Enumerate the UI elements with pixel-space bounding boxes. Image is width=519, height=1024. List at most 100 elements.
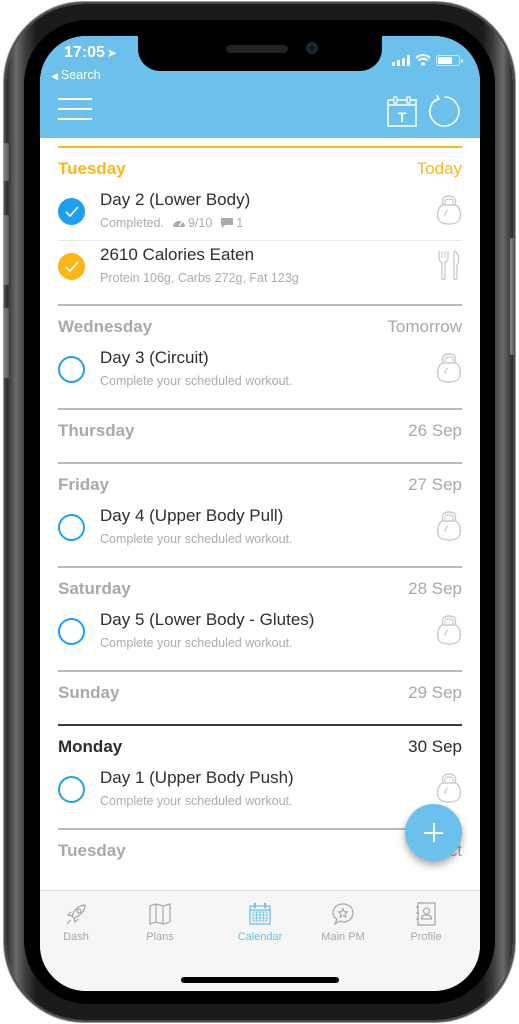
tab-label: Dash [63, 931, 89, 943]
tab-dash[interactable]: Dash [40, 901, 116, 943]
power-button [510, 238, 515, 355]
entry-subtitle: Complete your scheduled workout. [100, 634, 314, 652]
entry-subtitle: Complete your scheduled workout. [100, 530, 292, 548]
workout-entry[interactable]: Day 4 (Upper Body Pull) Complete your sc… [58, 502, 462, 556]
day-section: Saturday 28 Sep Day 5 (Lower Body - Glut… [58, 566, 462, 670]
completed-checkbox[interactable] [58, 253, 85, 280]
entry-subtitle-text: Protein 106g, Carbs 272g, Fat 123g [100, 271, 299, 285]
entry-subtitle-text: Completed. [100, 216, 164, 230]
volume-up-button [4, 215, 9, 285]
completed-checkbox[interactable] [58, 198, 85, 225]
day-name: Sunday [58, 683, 120, 702]
workout-entry[interactable]: Day 3 (Circuit) Complete your scheduled … [58, 344, 462, 398]
day-name: Tuesday [58, 841, 126, 860]
kettlebell-icon [436, 511, 462, 541]
tab-label: Profile [410, 931, 442, 943]
refresh-icon[interactable] [428, 95, 461, 128]
day-section: Tuesday 1 Oct [58, 828, 462, 882]
phone-screen: 17:05 ➤ ◀ Search T Tuesday Today Day 2 (… [40, 36, 480, 991]
day-section: Monday 30 Sep Day 1 (Upper Body Push) Co… [58, 724, 462, 828]
entry-subtitle-text: Complete your scheduled workout. [100, 374, 293, 388]
today-icon-letter: T [398, 109, 407, 125]
add-button[interactable] [405, 804, 462, 861]
nutrition-entry[interactable]: 2610 Calories Eaten Protein 106g, Carbs … [58, 240, 462, 294]
checkmark-icon [65, 206, 79, 218]
entry-title: Day 3 (Circuit) [100, 348, 209, 367]
back-to-search-link[interactable]: ◀ Search [51, 68, 101, 82]
tab-profile[interactable]: Profile [386, 901, 466, 943]
day-header: Friday 27 Sep [58, 464, 462, 502]
day-section: Wednesday Tomorrow Day 3 (Circuit) Compl… [58, 304, 462, 408]
contact-book-icon [416, 902, 436, 926]
complete-checkbox[interactable] [58, 356, 85, 383]
day-name: Thursday [58, 421, 135, 440]
tab-label: Plans [146, 931, 174, 943]
day-name: Saturday [58, 579, 131, 598]
workout-entry[interactable]: Day 5 (Lower Body - Glutes) Complete you… [58, 606, 462, 660]
complete-checkbox[interactable] [58, 776, 85, 803]
day-section: Thursday 26 Sep [58, 408, 462, 462]
day-header: Sunday 29 Sep [58, 672, 462, 710]
today-calendar-icon[interactable]: T [387, 96, 417, 127]
silent-switch [4, 143, 9, 181]
workout-entry[interactable]: Day 2 (Lower Body) Completed. 9/10 1 [58, 186, 462, 240]
back-triangle-icon: ◀ [51, 71, 58, 81]
kettlebell-icon [436, 773, 462, 803]
tab-label: Calendar [237, 931, 283, 943]
home-indicator[interactable] [181, 977, 339, 983]
entry-subtitle: Protein 106g, Carbs 272g, Fat 123g [100, 269, 299, 287]
tab-bar: Dash Plans Calendar Main PM Profile [40, 890, 480, 991]
comment-count: 1 [236, 216, 244, 230]
kettlebell-icon [436, 615, 462, 645]
complete-checkbox[interactable] [58, 618, 85, 645]
entry-subtitle: Complete your scheduled workout. [100, 372, 292, 390]
day-header: Tuesday 1 Oct [58, 830, 462, 868]
complete-checkbox[interactable] [58, 514, 85, 541]
entry-subtitle-text: Complete your scheduled workout. [100, 794, 293, 808]
day-name: Friday [58, 475, 110, 494]
comment-icon [221, 218, 234, 228]
entry-text: 2610 Calories Eaten Protein 106g, Carbs … [100, 244, 299, 287]
day-date: 26 Sep [408, 421, 462, 440]
calendar-list[interactable]: Tuesday Today Day 2 (Lower Body) Complet… [40, 138, 480, 890]
map-icon [149, 903, 171, 925]
rocket-icon [66, 904, 86, 925]
entry-text: Day 2 (Lower Body) Completed. 9/10 1 [100, 189, 250, 232]
entry-subtitle: Complete your scheduled workout. [100, 792, 294, 810]
cellular-signal-icon [392, 54, 410, 66]
volume-down-button [4, 308, 9, 378]
entry-text: Day 5 (Lower Body - Glutes) Complete you… [100, 609, 314, 652]
entry-subtitle: Completed. 9/10 1 [100, 214, 250, 232]
tab-calendar[interactable]: Calendar [220, 901, 300, 943]
day-date: Today [416, 159, 462, 178]
battery-icon [436, 54, 463, 66]
rating: 9/10 [172, 214, 212, 232]
hamburger-menu-icon[interactable] [58, 98, 92, 122]
day-name: Monday [58, 737, 123, 756]
day-date: 29 Sep [408, 683, 462, 702]
entry-title: Day 2 (Lower Body) [100, 190, 251, 209]
day-name: Wednesday [58, 317, 153, 336]
comments[interactable]: 1 [220, 214, 243, 232]
checkmark-icon [65, 261, 79, 273]
day-date: 27 Sep [408, 475, 462, 494]
day-header: Wednesday Tomorrow [58, 306, 462, 344]
tab-plans[interactable]: Plans [120, 901, 200, 943]
entry-subtitle-text: Complete your scheduled workout. [100, 532, 293, 546]
day-section: Friday 27 Sep Day 4 (Upper Body Pull) Co… [58, 462, 462, 566]
back-label: Search [60, 68, 101, 82]
entry-text: Day 3 (Circuit) Complete your scheduled … [100, 347, 292, 390]
kettlebell-icon [436, 195, 462, 225]
workout-entry[interactable]: Day 1 (Upper Body Push) Complete your sc… [58, 764, 462, 818]
day-header: Monday 30 Sep [58, 726, 462, 764]
location-arrow-icon: ➤ [106, 46, 117, 60]
empty-day-spacer [58, 710, 462, 724]
status-icons [392, 54, 463, 66]
entry-subtitle-text: Complete your scheduled workout. [100, 636, 293, 650]
entry-text: Day 1 (Upper Body Push) Complete your sc… [100, 767, 294, 810]
tab-main-pm[interactable]: Main PM [303, 901, 383, 943]
day-section: Sunday 29 Sep [58, 670, 462, 724]
day-date: 28 Sep [408, 579, 462, 598]
rating-value: 9/10 [187, 216, 213, 230]
calendar-icon [249, 903, 271, 925]
